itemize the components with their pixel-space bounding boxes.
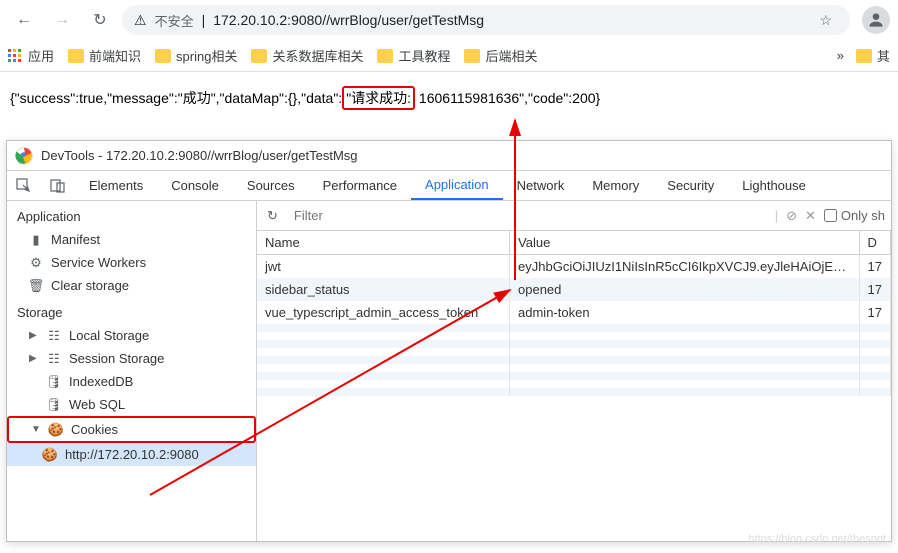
tab-performance[interactable]: Performance <box>309 171 411 200</box>
folder-icon <box>68 49 84 63</box>
sidebar-item-clear-storage[interactable]: 🗑Clear storage <box>7 274 256 297</box>
table-row[interactable]: vue_typescript_admin_access_token admin-… <box>257 301 891 324</box>
forward-button[interactable]: → <box>46 4 78 36</box>
bookmark-item[interactable]: 关系数据库相关 <box>251 46 363 65</box>
inspect-icon[interactable] <box>7 171 41 200</box>
file-icon: ▮ <box>29 233 43 247</box>
url-text: 172.20.10.2:9080//wrrBlog/user/getTestMs… <box>213 12 484 28</box>
insecure-label: 不安全 <box>155 11 194 30</box>
bookmarks-bar: 应用 前端知识 spring相关 关系数据库相关 工具教程 后端相关 » 其 <box>0 40 898 72</box>
bookmarks-overflow[interactable]: » <box>837 48 844 63</box>
folder-icon <box>856 49 872 63</box>
sidebar-item-manifest[interactable]: ▮Manifest <box>7 228 256 251</box>
trash-icon: 🗑 <box>29 279 43 293</box>
tab-lighthouse[interactable]: Lighthouse <box>728 171 820 200</box>
tab-application[interactable]: Application <box>411 171 503 200</box>
bookmark-item[interactable]: spring相关 <box>155 46 237 65</box>
devtools-title: DevTools - 172.20.10.2:9080//wrrBlog/use… <box>41 148 358 163</box>
apps-label: 应用 <box>28 46 54 65</box>
tab-sources[interactable]: Sources <box>233 171 309 200</box>
sidebar-item-cookies[interactable]: ▼🍪Cookies <box>7 416 256 443</box>
address-bar[interactable]: ⚠ 不安全 | 172.20.10.2:9080//wrrBlog/user/g… <box>122 5 850 35</box>
bookmark-item[interactable]: 前端知识 <box>68 46 141 65</box>
cookie-icon: 🍪 <box>49 423 63 437</box>
separator: | <box>202 12 206 28</box>
database-icon: 🛢 <box>47 375 61 389</box>
bookmark-item[interactable]: 其 <box>856 46 890 65</box>
device-toggle-icon[interactable] <box>41 171 75 200</box>
table-row[interactable] <box>257 332 891 340</box>
gear-icon: ⚙ <box>29 256 43 270</box>
storage-icon: ☷ <box>47 352 61 366</box>
json-highlight: "请求成功: <box>342 86 415 110</box>
table-row[interactable] <box>257 340 891 348</box>
sidebar-item-websql[interactable]: 🛢Web SQL <box>7 393 256 416</box>
devtools-main: ↻ | ⊘ ✕ Only sh Name Value D <box>257 201 891 541</box>
reload-button[interactable]: ↻ <box>84 4 116 36</box>
json-suffix: 1606115981636","code":200} <box>415 90 600 106</box>
table-row[interactable]: sidebar_status opened 17 <box>257 278 891 301</box>
cookie-icon: 🍪 <box>43 448 57 462</box>
sidebar-section-application: Application <box>7 201 256 228</box>
folder-icon <box>251 49 267 63</box>
insecure-icon: ⚠ <box>134 12 147 29</box>
devtools-tabs: Elements Console Sources Performance App… <box>7 171 891 201</box>
tab-memory[interactable]: Memory <box>578 171 653 200</box>
chrome-icon <box>15 147 33 165</box>
filter-input[interactable] <box>290 206 767 225</box>
folder-icon <box>155 49 171 63</box>
back-button[interactable]: ← <box>8 4 40 36</box>
tab-network[interactable]: Network <box>503 171 579 200</box>
table-row[interactable] <box>257 356 891 364</box>
col-header-d[interactable]: D <box>859 231 890 255</box>
page-body: {"success":true,"message":"成功","dataMap"… <box>0 72 898 124</box>
clear-all-icon[interactable]: ⊘ <box>786 208 797 224</box>
tab-security[interactable]: Security <box>653 171 728 200</box>
folder-icon <box>464 49 480 63</box>
profile-avatar[interactable] <box>862 6 890 34</box>
apps-grid-icon <box>8 49 22 63</box>
refresh-icon[interactable]: ↻ <box>263 208 282 224</box>
devtools-sidebar: Application ▮Manifest ⚙Service Workers 🗑… <box>7 201 257 541</box>
sidebar-item-service-workers[interactable]: ⚙Service Workers <box>7 251 256 274</box>
col-header-value[interactable]: Value <box>510 231 860 255</box>
sidebar-item-cookie-origin[interactable]: 🍪http://172.20.10.2:9080 <box>7 443 256 466</box>
database-icon: 🛢 <box>47 398 61 412</box>
col-header-name[interactable]: Name <box>257 231 510 255</box>
json-prefix: {"success":true,"message":"成功","dataMap"… <box>10 90 342 106</box>
folder-icon <box>377 49 393 63</box>
chevron-right-icon: ▶ <box>29 330 39 341</box>
filter-toolbar: ↻ | ⊘ ✕ Only sh <box>257 201 891 231</box>
devtools-window: DevTools - 172.20.10.2:9080//wrrBlog/use… <box>6 140 892 542</box>
table-row[interactable] <box>257 372 891 380</box>
bookmark-item[interactable]: 后端相关 <box>464 46 537 65</box>
table-row[interactable] <box>257 388 891 396</box>
apps-button[interactable]: 应用 <box>8 46 54 65</box>
bookmark-star-icon[interactable]: ☆ <box>813 12 838 29</box>
table-row[interactable]: jwt eyJhbGciOiJIUzI1NiIsInR5cCI6IkpXVCJ9… <box>257 255 891 279</box>
browser-toolbar: ← → ↻ ⚠ 不安全 | 172.20.10.2:9080//wrrBlog/… <box>0 0 898 40</box>
sidebar-section-storage: Storage <box>7 297 256 324</box>
only-checkbox[interactable]: Only sh <box>824 208 885 223</box>
clear-icon[interactable]: ✕ <box>805 208 816 224</box>
table-row[interactable] <box>257 364 891 372</box>
storage-icon: ☷ <box>47 329 61 343</box>
tab-elements[interactable]: Elements <box>75 171 157 200</box>
table-row[interactable] <box>257 348 891 356</box>
table-row[interactable] <box>257 380 891 388</box>
watermark: https://blog.csdn.net/thesprit <box>748 533 886 545</box>
table-row[interactable] <box>257 324 891 332</box>
cookies-table: Name Value D jwt eyJhbGciOiJIUzI1NiIsInR… <box>257 231 891 541</box>
bookmark-item[interactable]: 工具教程 <box>377 46 450 65</box>
chevron-down-icon: ▼ <box>31 424 41 435</box>
devtools-titlebar: DevTools - 172.20.10.2:9080//wrrBlog/use… <box>7 141 891 171</box>
sidebar-item-local-storage[interactable]: ▶☷Local Storage <box>7 324 256 347</box>
tab-console[interactable]: Console <box>157 171 233 200</box>
sidebar-item-indexeddb[interactable]: 🛢IndexedDB <box>7 370 256 393</box>
chevron-right-icon: ▶ <box>29 353 39 364</box>
sidebar-item-session-storage[interactable]: ▶☷Session Storage <box>7 347 256 370</box>
